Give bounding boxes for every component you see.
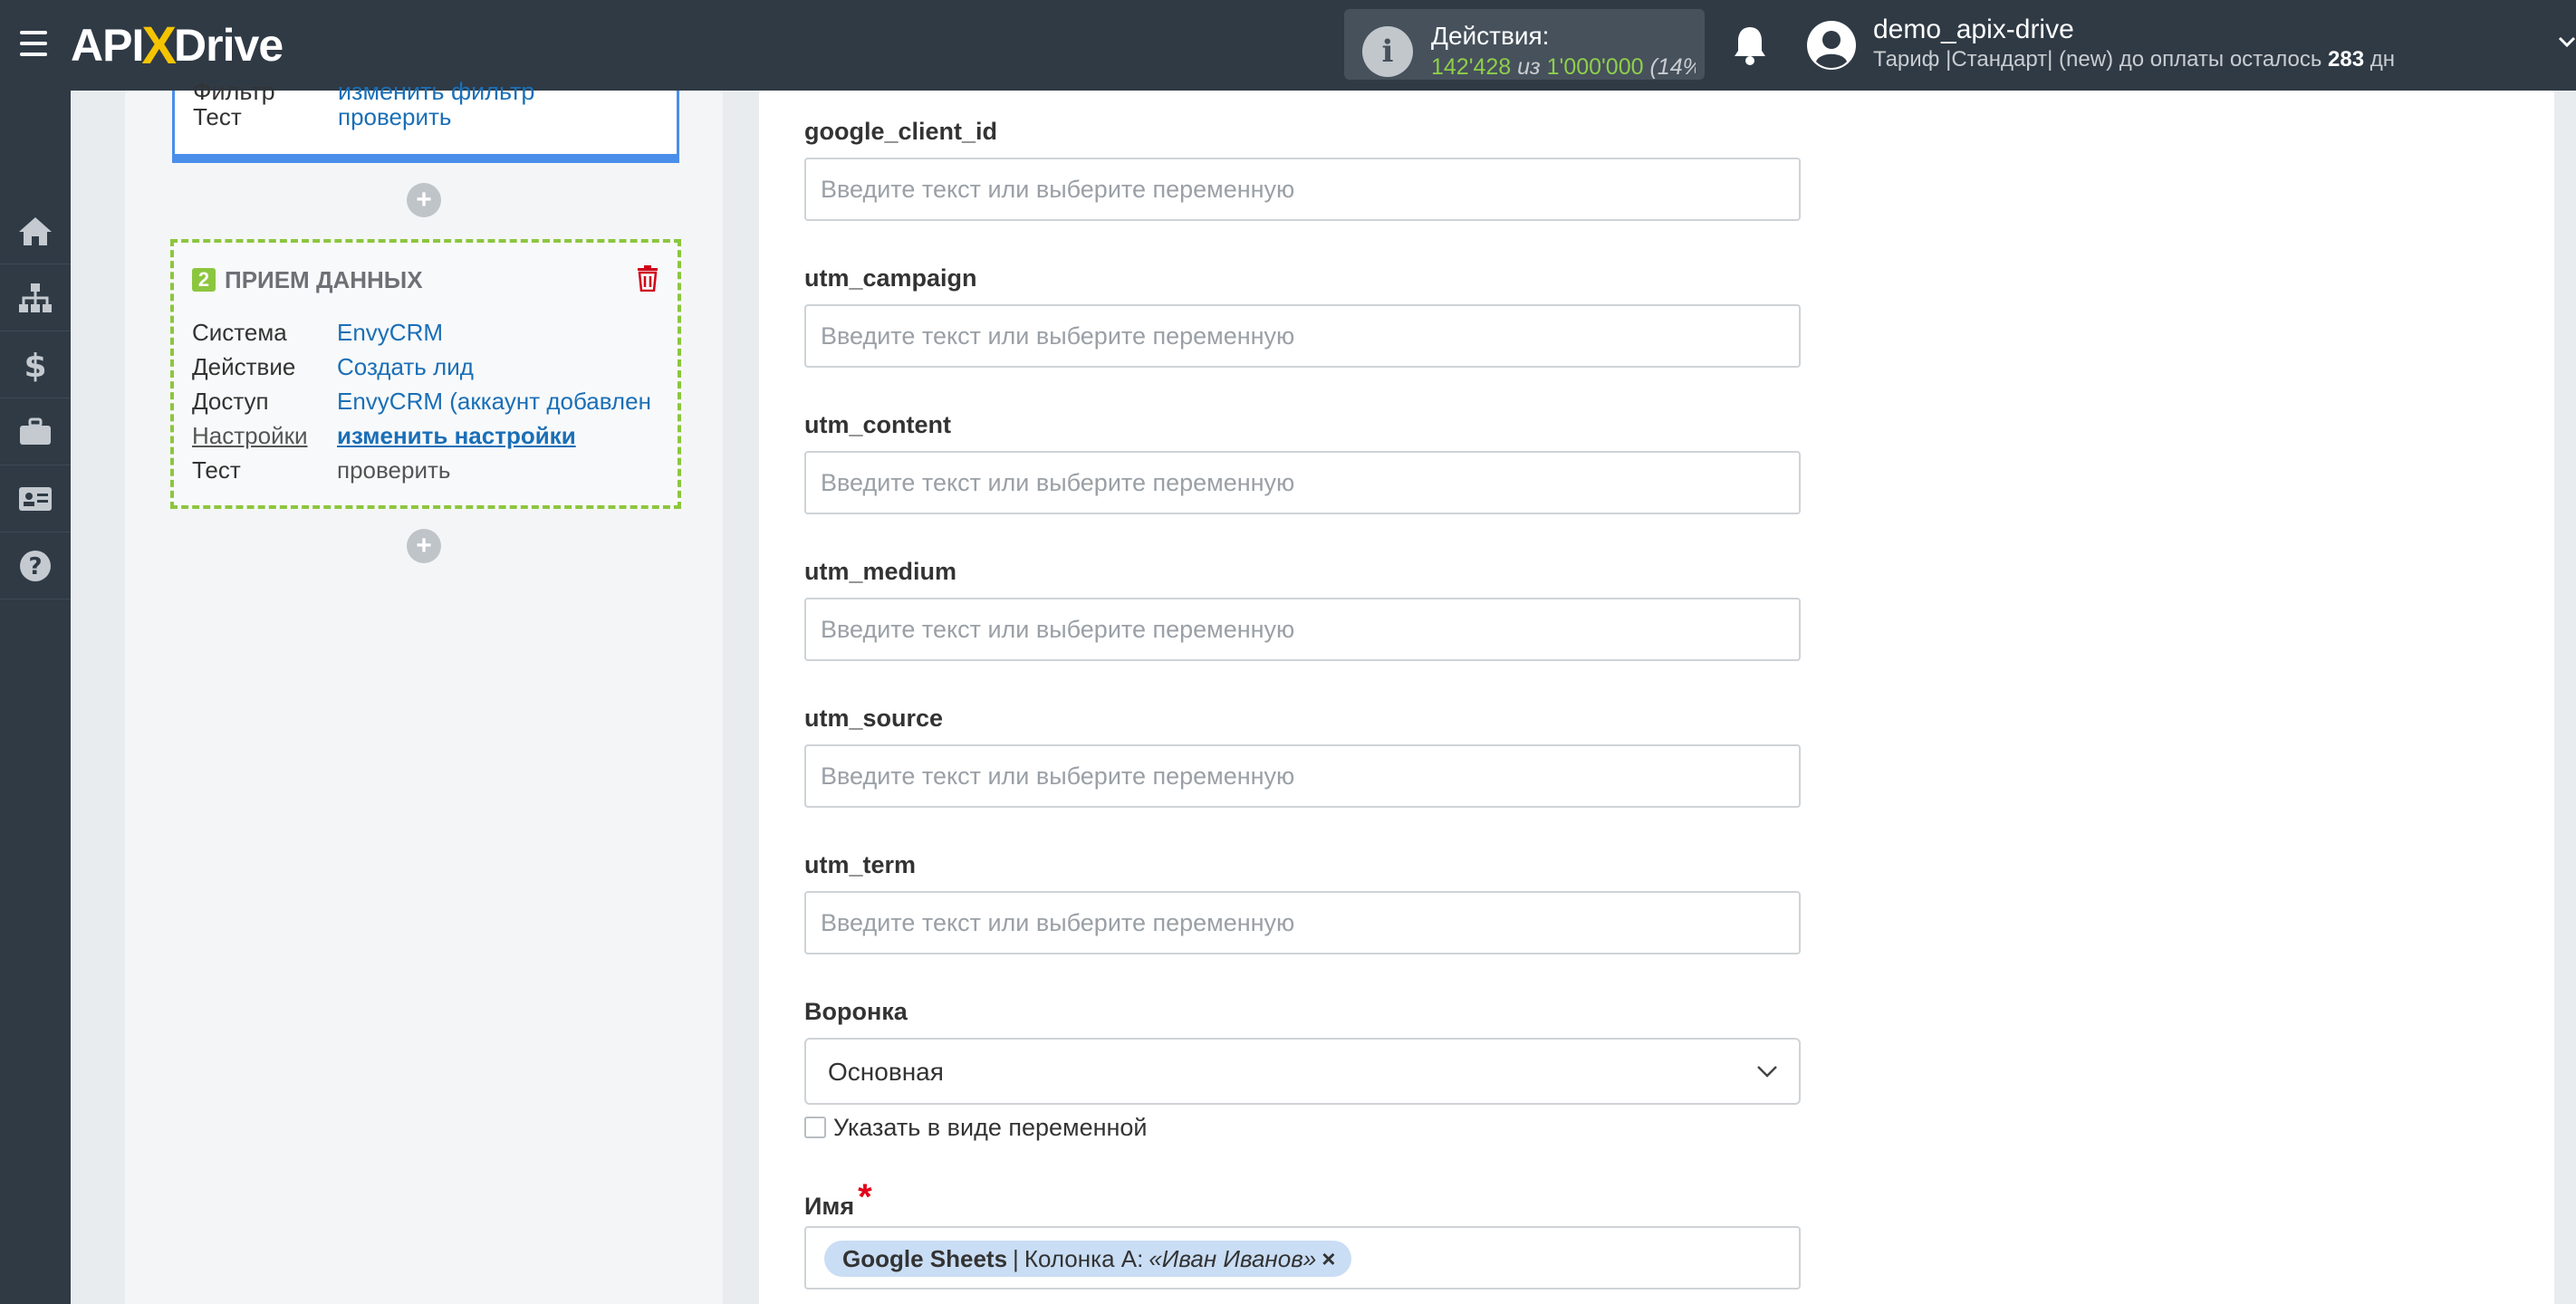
field-label: utm_medium <box>804 558 957 585</box>
add-step-button[interactable]: + <box>407 529 441 563</box>
card-row-label: Настройки <box>192 422 308 449</box>
variable-tag: Google Sheets | Колонка A: «Иван Иванов»… <box>824 1241 1352 1277</box>
chevron-down-icon <box>1757 1066 1777 1078</box>
trash-icon[interactable] <box>636 264 659 292</box>
sidebar-item-connections[interactable] <box>0 264 71 331</box>
field-label: utm_term <box>804 851 917 878</box>
settings-form: google_client_id utm_campaign utm_conten… <box>759 91 2554 1304</box>
test-link[interactable]: проверить <box>338 103 451 131</box>
test-link[interactable]: проверить <box>337 456 450 484</box>
chevron-down-icon[interactable] <box>2556 33 2576 53</box>
sidebar-item-home[interactable] <box>0 197 71 264</box>
menu-icon[interactable] <box>20 31 47 56</box>
svg-text:$: $ <box>24 348 46 383</box>
use-variable-option: Указать в виде переменной <box>804 1114 1148 1141</box>
avatar[interactable] <box>1806 20 1857 71</box>
briefcase-icon <box>20 417 51 445</box>
change-settings-link[interactable]: изменить настройки <box>337 422 576 450</box>
field-label: google_client_id <box>804 118 998 145</box>
sidebar-item-help[interactable]: ? <box>0 532 71 599</box>
sidebar-item-billing[interactable]: $ <box>0 331 71 398</box>
system-link[interactable]: EnvyCRM <box>337 319 443 347</box>
card-row-label: Система <box>192 319 287 346</box>
tariff-info: Тариф |Стандарт| (new) до оплаты осталос… <box>1873 47 2396 72</box>
id-card-icon <box>19 486 52 511</box>
name-input[interactable]: Google Sheets | Колонка A: «Иван Иванов»… <box>804 1226 1801 1290</box>
field-label: utm_source <box>804 705 944 732</box>
card-row-label: Доступ <box>192 388 269 415</box>
actions-counter: i Действия: 142'428 из 1'000'000 (14%) <box>1344 9 1705 80</box>
google-client-id-input[interactable] <box>804 158 1801 221</box>
funnel-selected-value: Основная <box>828 1058 944 1086</box>
actions-title: Действия: <box>1431 22 1550 50</box>
field-label: utm_content <box>804 411 951 438</box>
card-row-filter: Фильтр изменить фильтр <box>193 78 535 105</box>
home-icon <box>19 216 52 245</box>
logo[interactable]: API X Drive <box>71 16 284 75</box>
utm-source-input[interactable] <box>804 744 1801 808</box>
bell-icon[interactable] <box>1732 24 1768 65</box>
checkbox-label: Указать в виде переменной <box>833 1113 1148 1141</box>
sidebar-item-tools[interactable] <box>0 398 71 465</box>
username[interactable]: demo_apix-drive <box>1873 14 2074 45</box>
use-variable-checkbox[interactable] <box>804 1117 826 1138</box>
field-label: utm_campaign <box>804 264 977 292</box>
remove-tag-icon[interactable]: × <box>1322 1245 1335 1273</box>
sitemap-icon <box>19 283 52 312</box>
actions-count: 142'428 из 1'000'000 (14%) <box>1431 54 1696 80</box>
sidebar-item-account[interactable] <box>0 465 71 532</box>
step-number-badge: 2 <box>192 268 216 292</box>
pipeline-panel: Фильтр изменить фильтр Тест проверить + … <box>125 78 723 1304</box>
card-row-label: Действие <box>192 353 296 380</box>
destination-card: 2 ПРИЕМ ДАННЫХ Система EnvyCRM Действие … <box>170 239 681 509</box>
source-card: Фильтр изменить фильтр Тест проверить <box>172 78 679 163</box>
dollar-icon: $ <box>24 348 46 383</box>
utm-term-input[interactable] <box>804 891 1801 954</box>
card-row-label: Тест <box>193 103 242 130</box>
card-title: ПРИЕМ ДАННЫХ <box>225 266 423 293</box>
access-link[interactable]: EnvyCRM (аккаунт добавлен <box>337 388 659 416</box>
top-bar: API X Drive i Действия: 142'428 из 1'000'0… <box>0 0 2576 91</box>
name-field-label: Имя * <box>804 1177 872 1220</box>
required-mark: * <box>858 1177 872 1217</box>
info-icon: i <box>1362 26 1413 77</box>
add-step-button[interactable]: + <box>407 183 441 217</box>
svg-text:?: ? <box>28 553 42 580</box>
sidebar: $ ? <box>0 91 71 1304</box>
utm-campaign-input[interactable] <box>804 304 1801 368</box>
scrollbar-track[interactable] <box>2554 91 2576 1304</box>
change-filter-link[interactable]: изменить фильтр <box>338 78 534 106</box>
action-link[interactable]: Создать лид <box>337 353 474 381</box>
utm-content-input[interactable] <box>804 451 1801 514</box>
help-icon: ? <box>20 550 51 581</box>
funnel-select[interactable]: Основная <box>804 1038 1801 1105</box>
funnel-label: Воронка <box>804 998 908 1025</box>
card-row-label: Тест <box>192 456 241 484</box>
utm-medium-input[interactable] <box>804 598 1801 661</box>
